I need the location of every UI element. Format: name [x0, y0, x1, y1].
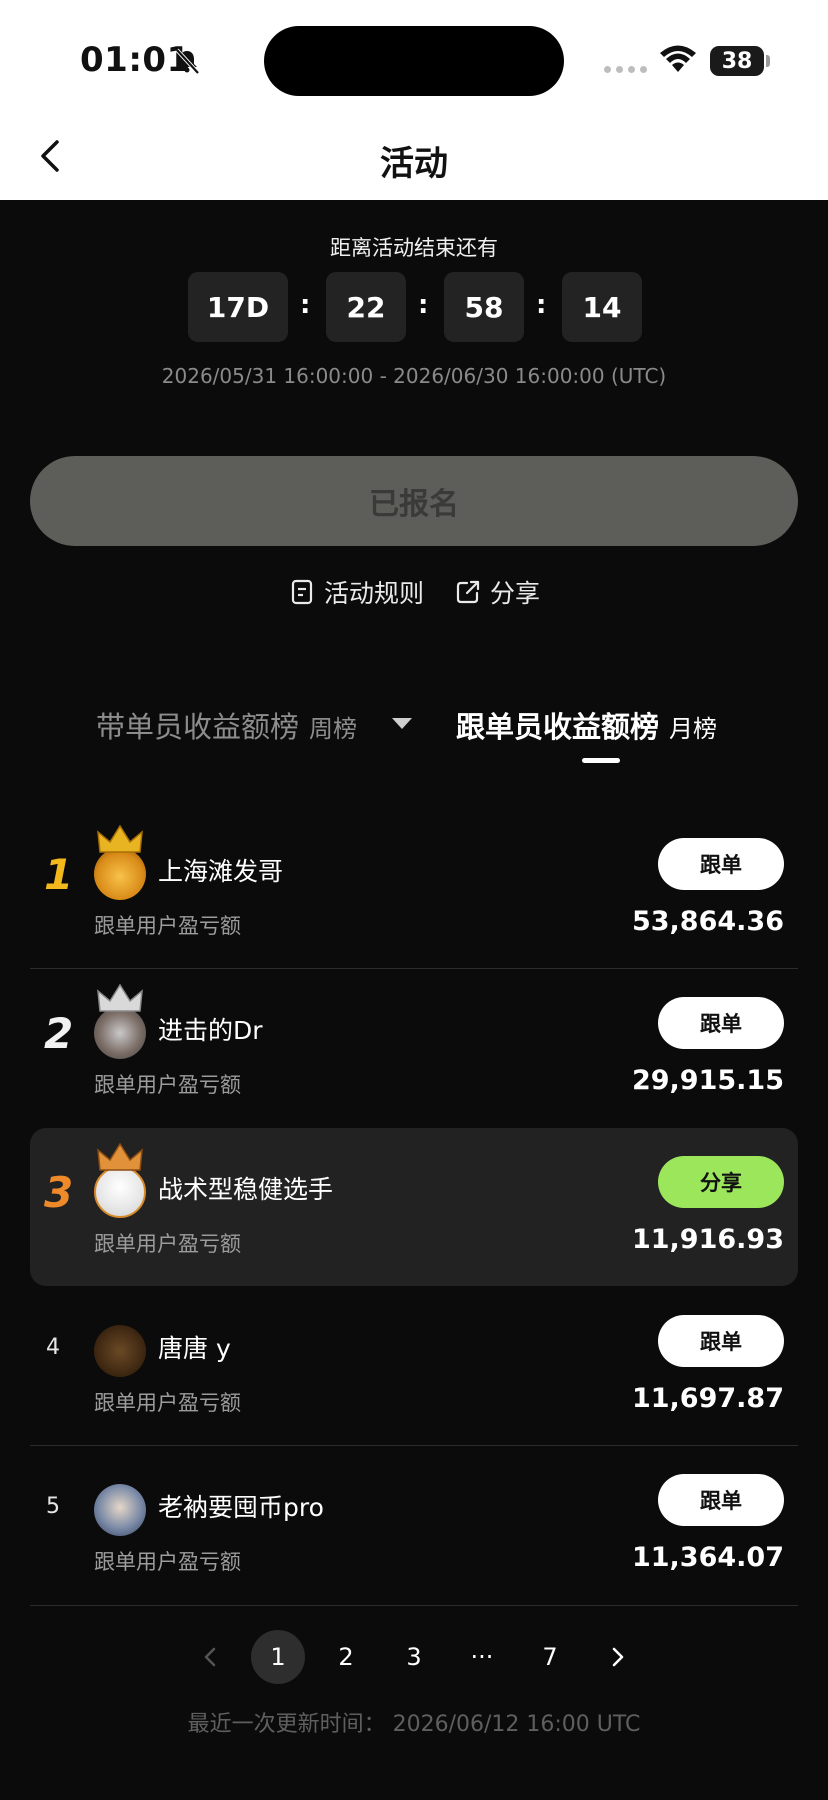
- metric-label: 跟单用户盈亏额: [94, 1550, 241, 1574]
- dynamic-island: [264, 26, 564, 96]
- pagination: 1 2 3 ··· 7: [0, 1630, 828, 1684]
- chevron-left-icon: [204, 1647, 216, 1667]
- rules-link[interactable]: 活动规则: [288, 574, 424, 610]
- metric-label: 跟单用户盈亏额: [94, 914, 241, 938]
- tab-follower-earnings-label: 跟单员收益额榜: [456, 710, 660, 744]
- rules-link-label: 活动规则: [323, 579, 424, 608]
- active-tab-indicator: [582, 758, 620, 763]
- period-dropdown-caret-icon[interactable]: [392, 718, 412, 729]
- leaderboard-row: 5 老衲要囤币pro 跟单用户盈亏额 11,364.07 跟单: [30, 1446, 798, 1604]
- rank-number: 1: [44, 850, 74, 899]
- battery-cap: [766, 55, 770, 67]
- silver-crown-icon: [97, 983, 143, 1012]
- leaderboard-row: 1 上海滩发哥 跟单用户盈亏额 53,864.36 跟单: [30, 810, 798, 968]
- countdown-minutes: 58: [444, 272, 524, 342]
- countdown-separator: :: [418, 290, 429, 320]
- rank-number: 3: [44, 1168, 74, 1217]
- copy-trade-button[interactable]: 跟单: [658, 1474, 784, 1526]
- mute-bell-icon: [175, 48, 200, 75]
- top-bar: 01:01 38 活动: [0, 0, 828, 200]
- username: 唐唐 y: [158, 1334, 231, 1363]
- next-page-button[interactable]: [591, 1630, 645, 1684]
- avatar: [94, 848, 146, 900]
- rank-number: 5: [46, 1494, 60, 1519]
- rank-number: 2: [44, 1009, 74, 1058]
- gold-crown-icon: [97, 824, 143, 853]
- cellular-signal-icon: [604, 66, 647, 73]
- tab-follower-earnings-period: 月榜: [669, 715, 718, 743]
- activity-links: 活动规则 分享: [0, 574, 828, 610]
- pnl-value: 11,916.93: [631, 1224, 784, 1255]
- last-updated-text: 最近一次更新时间： 2026/06/12 16:00 UTC: [187, 1712, 641, 1737]
- tab-follower-earnings[interactable]: 跟单员收益额榜 月榜: [456, 704, 717, 746]
- share-link-label: 分享: [490, 579, 541, 608]
- avatar: [94, 1325, 146, 1377]
- countdown-hours: 22: [326, 272, 406, 342]
- countdown-separator: :: [300, 290, 311, 320]
- copy-trade-button[interactable]: 跟单: [658, 838, 784, 890]
- pnl-value: 29,915.15: [631, 1065, 784, 1096]
- leaderboard-row: 2 进击的Dr 跟单用户盈亏额 29,915.15 跟单: [30, 969, 798, 1127]
- username: 老衲要囤币pro: [158, 1493, 324, 1522]
- battery-icon: 38: [710, 46, 764, 76]
- countdown-label: 距离活动结束还有: [330, 236, 498, 260]
- activity-date-range: 2026/05/31 16:00:00 - 2026/06/30 16:00:0…: [161, 364, 667, 388]
- page-button-3[interactable]: 3: [387, 1630, 441, 1684]
- leaderboard-row-current-user: 3 战术型稳健选手 跟单用户盈亏额 11,916.93 分享: [30, 1128, 798, 1286]
- avatar: [94, 1484, 146, 1536]
- page-button-1[interactable]: 1: [251, 1630, 305, 1684]
- rank-number: 4: [46, 1335, 60, 1360]
- tab-leader-earnings-period: 周榜: [309, 715, 358, 743]
- share-button[interactable]: 分享: [658, 1156, 784, 1208]
- tab-leader-earnings-label: 带单员收益额榜: [96, 710, 300, 744]
- page-ellipsis: ···: [470, 1643, 494, 1671]
- metric-label: 跟单用户盈亏额: [94, 1391, 241, 1415]
- document-icon: [291, 579, 313, 605]
- chevron-right-icon: [612, 1647, 624, 1667]
- page-button-7[interactable]: 7: [523, 1630, 577, 1684]
- page-button-2[interactable]: 2: [319, 1630, 373, 1684]
- previous-page-button[interactable]: [183, 1630, 237, 1684]
- countdown-seconds: 14: [562, 272, 642, 342]
- bronze-crown-icon: [97, 1142, 143, 1171]
- tab-leader-earnings[interactable]: 带单员收益额榜 周榜: [96, 704, 357, 746]
- metric-label: 跟单用户盈亏额: [94, 1232, 241, 1256]
- pnl-value: 11,364.07: [631, 1542, 784, 1573]
- share-link[interactable]: 分享: [454, 574, 540, 610]
- external-share-icon: [456, 580, 480, 604]
- copy-trade-button[interactable]: 跟单: [658, 997, 784, 1049]
- avatar: [94, 1007, 146, 1059]
- row-divider: [30, 1605, 798, 1606]
- copy-trade-button[interactable]: 跟单: [658, 1315, 784, 1367]
- pnl-value: 11,697.87: [631, 1383, 784, 1414]
- page-title: 活动: [380, 144, 448, 184]
- wifi-icon: [660, 45, 696, 72]
- leaderboard-row: 4 唐唐 y 跟单用户盈亏额 11,697.87 跟单: [30, 1287, 798, 1445]
- username: 上海滩发哥: [158, 857, 284, 886]
- metric-label: 跟单用户盈亏额: [94, 1073, 241, 1097]
- pnl-value: 53,864.36: [631, 906, 784, 937]
- avatar: [94, 1166, 146, 1218]
- username: 战术型稳健选手: [158, 1175, 334, 1204]
- signed-up-button[interactable]: 已报名: [30, 456, 798, 546]
- username: 进击的Dr: [158, 1016, 263, 1045]
- countdown-days: 17D: [188, 272, 288, 342]
- countdown-separator: :: [536, 290, 547, 320]
